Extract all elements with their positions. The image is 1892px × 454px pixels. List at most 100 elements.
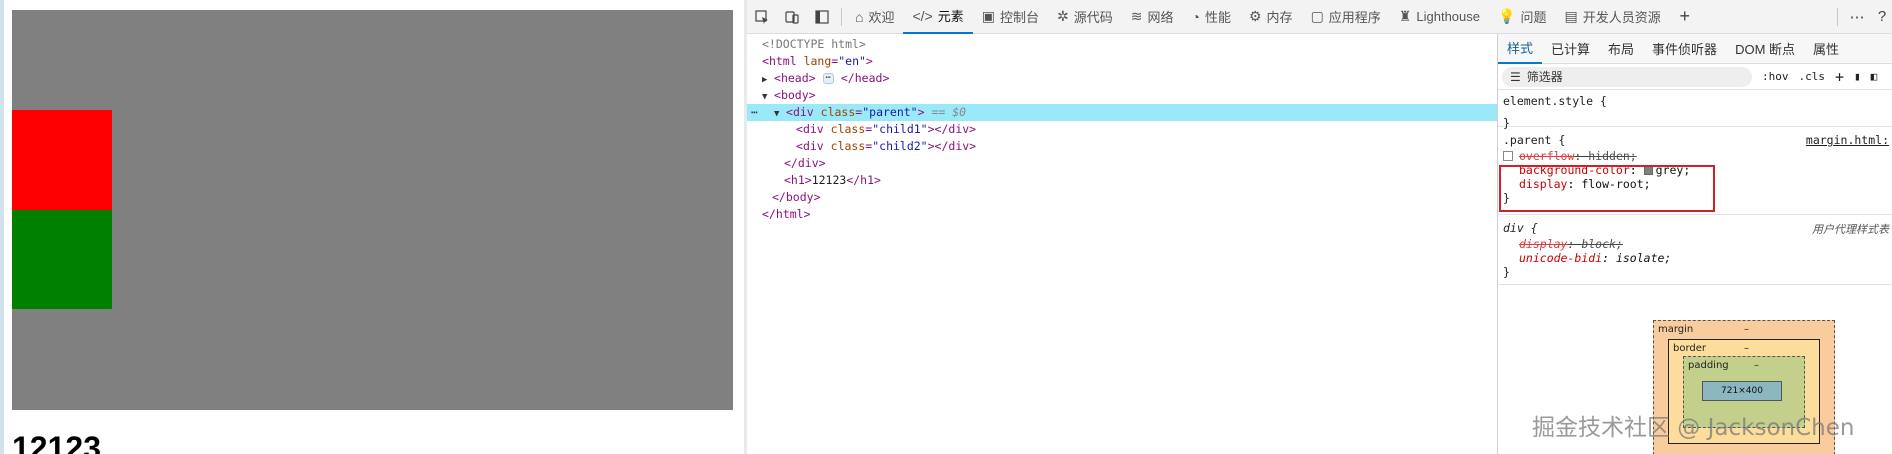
- hov-toggle[interactable]: :hov: [1762, 70, 1789, 83]
- html-close-tag-name: html: [775, 207, 804, 221]
- margin-label: margin: [1658, 324, 1694, 335]
- property-value: isolate;: [1615, 251, 1672, 265]
- dom-html-close[interactable]: </html>: [762, 206, 811, 223]
- filter-placeholder: 筛选器: [1526, 70, 1563, 84]
- filter-tools: :hov .cls + ▮ ◧: [1762, 68, 1877, 86]
- collapse-triangle-icon[interactable]: ▼: [774, 106, 786, 123]
- border-label: border: [1673, 343, 1707, 354]
- tab-issues[interactable]: 💡 问题: [1489, 0, 1555, 34]
- new-rule-icon[interactable]: +: [1835, 68, 1844, 86]
- page-viewport: 12123: [0, 0, 744, 454]
- dom-tree: <!DOCTYPE html> <html lang="en"> ▶ <head>…: [747, 34, 1497, 454]
- tab-styles[interactable]: 样式: [1498, 34, 1543, 64]
- user-agent-stylesheet-label: 用户代理样式表: [1812, 223, 1889, 236]
- more-options-icon[interactable]: ⋯: [1842, 0, 1872, 34]
- computed-sidebar-icon[interactable]: ◧: [1871, 70, 1878, 83]
- styles-filter-input[interactable]: ☰ 筛选器: [1502, 66, 1752, 87]
- dom-child2-node[interactable]: <div class="child2"></div>: [796, 138, 976, 155]
- html-tag-name: html: [768, 54, 797, 68]
- property-value[interactable]: grey;: [1656, 163, 1691, 177]
- tab-label: 欢迎: [868, 10, 895, 25]
- dom-h1-node[interactable]: <h1>12123</h1>: [784, 172, 881, 189]
- property-value[interactable]: flow-root;: [1581, 177, 1650, 191]
- inspect-icon[interactable]: [747, 0, 777, 34]
- tab-label: 源代码: [1073, 10, 1113, 25]
- cls-toggle[interactable]: .cls: [1799, 70, 1826, 83]
- sidebar-toggle-icon[interactable]: [807, 0, 837, 34]
- property-name[interactable]: background-color: [1519, 163, 1630, 177]
- code-icon: </>: [912, 7, 933, 24]
- body-tag-name: body: [780, 88, 809, 102]
- paint-brush-icon[interactable]: ▮: [1854, 70, 1861, 83]
- parent-div[interactable]: [12, 10, 733, 410]
- tab-application[interactable]: ▢ 应用程序: [1302, 0, 1390, 34]
- dom-parent-node-selected[interactable]: ⋯ ▼ <div class="parent"> == $0: [747, 104, 1497, 121]
- property-value[interactable]: hidden;: [1588, 149, 1636, 163]
- padding-value[interactable]: –: [1754, 360, 1759, 371]
- tab-label: 内存: [1266, 10, 1293, 25]
- padding-label: padding: [1688, 360, 1729, 371]
- tab-memory[interactable]: ⚙ 内存: [1240, 0, 1302, 34]
- dom-body-close[interactable]: </body>: [772, 189, 821, 206]
- user-agent-div-rule: div { 用户代理样式表 display: block; unicode-bi…: [1498, 215, 1892, 285]
- declaration-display[interactable]: display: flow-root;: [1503, 177, 1890, 191]
- dom-parent-close[interactable]: </div>: [784, 155, 826, 172]
- parent-rule: .parent { margin.html: overflow: hidden;…: [1498, 127, 1892, 215]
- toolbar-right: ⋯ ?: [1833, 0, 1892, 34]
- tab-layout[interactable]: 布局: [1599, 34, 1643, 64]
- tab-developer-resources[interactable]: ▤ 开发人员资源: [1555, 0, 1669, 34]
- child1-div[interactable]: [12, 110, 112, 210]
- lighthouse-icon: ♜: [1398, 8, 1412, 24]
- border-value[interactable]: –: [1744, 343, 1749, 354]
- selected-marker: == $0: [931, 105, 967, 119]
- row-options-icon[interactable]: ⋯: [751, 104, 758, 121]
- tab-network[interactable]: ≋ 网络: [1122, 0, 1183, 34]
- property-name[interactable]: overflow: [1519, 149, 1574, 163]
- element-style-selector[interactable]: element.style {: [1503, 94, 1890, 108]
- tab-elements[interactable]: </> 元素: [903, 0, 973, 34]
- tab-lighthouse[interactable]: ♜ Lighthouse: [1390, 0, 1489, 34]
- class-attr: class: [830, 122, 866, 136]
- help-icon[interactable]: ?: [1872, 0, 1892, 34]
- dom-head-node[interactable]: ▶ <head> ⋯ </head>: [762, 70, 889, 87]
- tab-welcome[interactable]: ⌂ 欢迎: [846, 0, 903, 34]
- margin-value[interactable]: –: [1744, 324, 1749, 335]
- gauge-icon: ◔: [1191, 8, 1200, 25]
- tab-properties[interactable]: 属性: [1804, 34, 1848, 64]
- dom-body-node[interactable]: ▼ <body>: [762, 87, 816, 104]
- tab-label: 性能: [1204, 10, 1231, 25]
- tab-label: 问题: [1520, 10, 1547, 25]
- color-swatch-icon[interactable]: [1643, 166, 1653, 175]
- class-value: "parent": [862, 105, 918, 119]
- head-close-tag-name: head: [854, 71, 883, 85]
- declaration-checkbox[interactable]: [1503, 151, 1513, 161]
- declaration-background-color[interactable]: background-color: grey;: [1503, 163, 1890, 177]
- declaration-unicode-bidi: unicode-bidi: isolate;: [1519, 251, 1672, 265]
- tab-console[interactable]: ▣ 控制台: [973, 0, 1048, 34]
- div-close-tag-name: div: [948, 139, 970, 153]
- property-name: unicode-bidi: [1519, 251, 1603, 265]
- tab-dom-breakpoints[interactable]: DOM 断点: [1726, 34, 1804, 64]
- dom-child1-node[interactable]: <div class="child1"></div>: [796, 121, 976, 138]
- class-value: "child2": [872, 139, 928, 153]
- tab-computed[interactable]: 已计算: [1542, 34, 1599, 64]
- declaration-overflow[interactable]: overflow: hidden;: [1503, 149, 1890, 163]
- wifi-icon: ≋: [1130, 8, 1143, 24]
- collapsed-ellipsis[interactable]: ⋯: [822, 73, 834, 84]
- source-link[interactable]: margin.html:: [1806, 133, 1889, 147]
- watermark-text: 掘金技术社区 @ JacksonChen: [1532, 415, 1855, 441]
- tab-event-listeners[interactable]: 事件侦听器: [1643, 34, 1726, 64]
- device-emulation-icon[interactable]: [777, 0, 807, 34]
- div-close-tag-name: div: [797, 156, 819, 170]
- tab-label: 控制台: [999, 10, 1039, 25]
- property-name[interactable]: display: [1519, 177, 1567, 191]
- tab-sources[interactable]: ✲ 源代码: [1048, 0, 1122, 34]
- box-model-content[interactable]: 721×400: [1702, 381, 1782, 401]
- tab-label: 元素: [937, 9, 964, 24]
- lightbulb-icon: 💡: [1498, 8, 1516, 24]
- add-tab-icon[interactable]: +: [1670, 0, 1700, 34]
- dom-doctype[interactable]: <!DOCTYPE html>: [762, 36, 866, 53]
- child2-div[interactable]: [12, 210, 112, 309]
- dom-html-node[interactable]: <html lang="en">: [762, 53, 873, 70]
- tab-performance[interactable]: ◔ 性能: [1183, 0, 1240, 34]
